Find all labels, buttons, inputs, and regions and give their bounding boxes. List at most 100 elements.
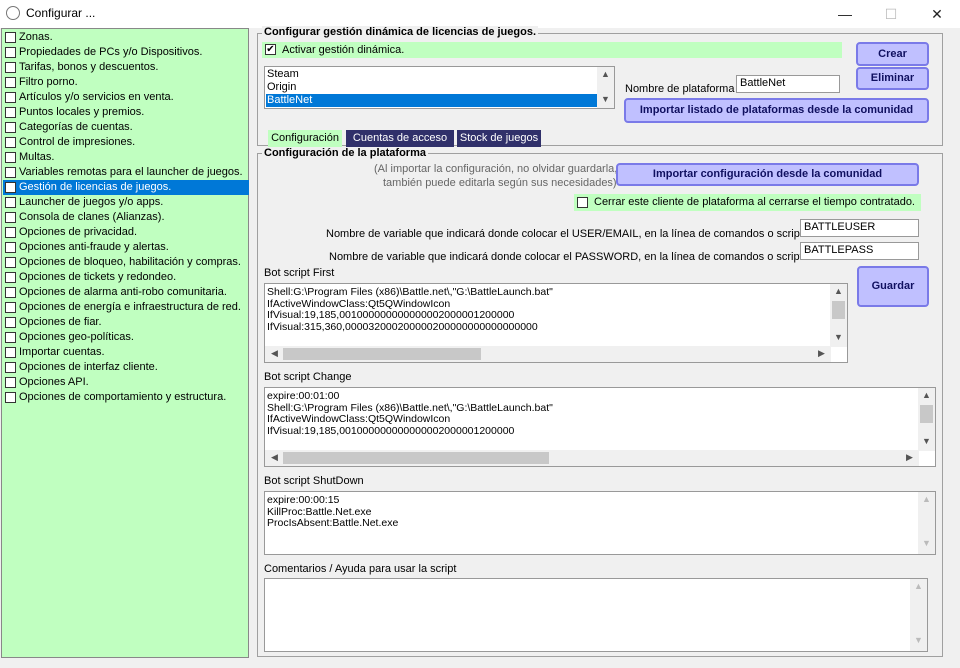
platform-list[interactable]: Steam Origin BattleNet ▲ ▼	[264, 66, 615, 109]
sidebar-item-checkbox[interactable]	[5, 107, 16, 118]
sidebar-item-checkbox[interactable]	[5, 242, 16, 253]
sidebar-item[interactable]: Control de impresiones.	[3, 135, 249, 150]
scroll-right-icon[interactable]: ▶	[901, 452, 918, 463]
sidebar-item[interactable]: Consola de clanes (Alianzas).	[3, 210, 249, 225]
sidebar-item[interactable]: Opciones geo-políticas.	[3, 330, 249, 345]
bot-shutdown-textarea[interactable]: expire:00:00:15 KillProc:Battle.Net.exe Pr…	[264, 491, 936, 555]
sidebar-item[interactable]: Variables remotas para el launcher de ju…	[3, 165, 249, 180]
tab-configuracion[interactable]: Configuración	[268, 130, 342, 147]
sidebar-item[interactable]: Opciones de fiar.	[3, 315, 249, 330]
scroll-up-icon[interactable]: ▲	[918, 390, 935, 400]
sidebar-item[interactable]: Opciones de bloqueo, habilitación y comp…	[3, 255, 249, 270]
scroll-left-icon[interactable]: ◀	[266, 452, 283, 463]
sidebar-item-checkbox[interactable]	[5, 227, 16, 238]
scroll-up-icon[interactable]: ▲	[910, 581, 927, 591]
sidebar-item-checkbox[interactable]	[5, 302, 16, 313]
scroll-up-icon[interactable]: ▲	[597, 69, 614, 79]
scroll-thumb[interactable]	[283, 452, 549, 464]
sidebar-item[interactable]: Opciones de alarma anti-robo comunitaria…	[3, 285, 249, 300]
sidebar-item[interactable]: Opciones de privacidad.	[3, 225, 249, 240]
sidebar-item[interactable]: Categorías de cuentas.	[3, 120, 249, 135]
sidebar-item-checkbox[interactable]	[5, 377, 16, 388]
sidebar-item-checkbox[interactable]	[5, 92, 16, 103]
sidebar-item[interactable]: Opciones de energía e infraestructura de…	[3, 300, 249, 315]
sidebar-item[interactable]: Opciones anti-fraude y alertas.	[3, 240, 249, 255]
sidebar-item-checkbox[interactable]	[5, 212, 16, 223]
sidebar-item[interactable]: Launcher de juegos y/o apps.	[3, 195, 249, 210]
close-button[interactable]: ✕	[914, 0, 960, 28]
sidebar-item-checkbox[interactable]	[5, 317, 16, 328]
sidebar-item-checkbox[interactable]	[5, 32, 16, 43]
sidebar-item-checkbox[interactable]	[5, 287, 16, 298]
scroll-down-icon[interactable]: ▼	[918, 436, 935, 446]
sidebar-item-checkbox[interactable]	[5, 77, 16, 88]
pass-var-input[interactable]: BATTLEPASS	[800, 242, 919, 260]
tab-cuentas-de-acceso[interactable]: Cuentas de acceso	[346, 130, 454, 147]
sidebar-item-checkbox[interactable]	[5, 272, 16, 283]
sidebar-item[interactable]: Artículos y/o servicios en venta.	[3, 90, 249, 105]
platform-list-item[interactable]: Origin	[266, 81, 597, 94]
platform-name-input[interactable]: BattleNet	[736, 75, 840, 93]
bot-change-textarea[interactable]: expire:00:01:00 Shell:G:\Program Files (x…	[264, 387, 936, 467]
import-platforms-button[interactable]: Importar listado de plataformas desde la…	[624, 98, 929, 123]
sidebar-item-checkbox[interactable]	[5, 392, 16, 403]
sidebar-item-checkbox[interactable]	[5, 197, 16, 208]
sidebar-item[interactable]: Opciones de tickets y redondeo.	[3, 270, 249, 285]
sidebar-item-checkbox[interactable]	[5, 332, 16, 343]
sidebar-item[interactable]: Opciones de comportamiento y estructura.	[3, 390, 249, 405]
scroll-left-icon[interactable]: ◀	[266, 348, 283, 359]
sidebar-item-checkbox[interactable]	[5, 122, 16, 133]
sidebar-item-checkbox[interactable]	[5, 62, 16, 73]
close-client-checkbox[interactable]	[577, 197, 588, 208]
scroll-up-icon[interactable]: ▲	[918, 494, 935, 504]
sidebar-item[interactable]: Importar cuentas.	[3, 345, 249, 360]
sidebar-item-checkbox[interactable]: ✔	[5, 182, 16, 193]
scroll-thumb[interactable]	[283, 348, 481, 360]
comments-textarea[interactable]: ▲ ▼	[264, 578, 928, 652]
sidebar-item[interactable]: Opciones de interfaz cliente.	[3, 360, 249, 375]
bot-shutdown-vscrollbar[interactable]: ▲ ▼	[918, 492, 935, 554]
comments-vscrollbar[interactable]: ▲ ▼	[910, 579, 927, 651]
import-config-button[interactable]: Importar configuración desde la comunida…	[616, 163, 919, 186]
activate-checkbox[interactable]: ✔	[265, 44, 276, 55]
bot-first-textarea[interactable]: Shell:G:\Program Files (x86)\Battle.net\…	[264, 283, 848, 363]
user-var-input[interactable]: BATTLEUSER	[800, 219, 919, 237]
sidebar-item-checkbox[interactable]	[5, 362, 16, 373]
scroll-up-icon[interactable]: ▲	[830, 286, 847, 296]
sidebar-item[interactable]: Puntos locales y premios.	[3, 105, 249, 120]
platform-list-item[interactable]: Steam	[266, 68, 597, 81]
sidebar-item-checkbox[interactable]	[5, 152, 16, 163]
platform-list-scrollbar[interactable]: ▲ ▼	[597, 67, 614, 108]
sidebar-item-checkbox[interactable]	[5, 347, 16, 358]
bot-first-hscrollbar[interactable]: ◀ ▶	[265, 346, 831, 362]
sidebar-item[interactable]: ✔ Gestión de licencias de juegos.	[3, 180, 249, 195]
sidebar-item[interactable]: Zonas.	[3, 30, 249, 45]
create-button[interactable]: Crear	[856, 42, 929, 66]
delete-button[interactable]: Eliminar	[856, 67, 929, 90]
sidebar-item-label: Importar cuentas.	[19, 346, 105, 358]
scroll-thumb[interactable]	[920, 405, 933, 423]
bot-change-hscrollbar[interactable]: ◀ ▶	[265, 450, 919, 466]
sidebar-item-checkbox[interactable]	[5, 167, 16, 178]
scroll-down-icon[interactable]: ▼	[830, 332, 847, 342]
sidebar-item-checkbox[interactable]	[5, 137, 16, 148]
maximize-button[interactable]: ☐	[868, 0, 914, 28]
sidebar-item[interactable]: Tarifas, bonos y descuentos.	[3, 60, 249, 75]
sidebar-item[interactable]: Opciones API.	[3, 375, 249, 390]
sidebar-item[interactable]: Multas.	[3, 150, 249, 165]
platform-list-item[interactable]: BattleNet	[266, 94, 597, 107]
minimize-button[interactable]: —	[822, 0, 868, 28]
sidebar-item-checkbox[interactable]	[5, 47, 16, 58]
scroll-down-icon[interactable]: ▼	[910, 635, 927, 645]
bot-first-vscrollbar[interactable]: ▲ ▼	[830, 284, 847, 347]
sidebar-item-checkbox[interactable]	[5, 257, 16, 268]
save-button[interactable]: Guardar	[857, 266, 929, 307]
scroll-thumb[interactable]	[832, 301, 845, 319]
sidebar-item[interactable]: Propiedades de PCs y/o Dispositivos.	[3, 45, 249, 60]
bot-change-vscrollbar[interactable]: ▲ ▼	[918, 388, 935, 451]
scroll-down-icon[interactable]: ▼	[918, 538, 935, 548]
sidebar-item[interactable]: Filtro porno.	[3, 75, 249, 90]
scroll-right-icon[interactable]: ▶	[813, 348, 830, 359]
scroll-down-icon[interactable]: ▼	[597, 94, 614, 104]
tab-stock-de-juegos[interactable]: Stock de juegos	[457, 130, 541, 147]
